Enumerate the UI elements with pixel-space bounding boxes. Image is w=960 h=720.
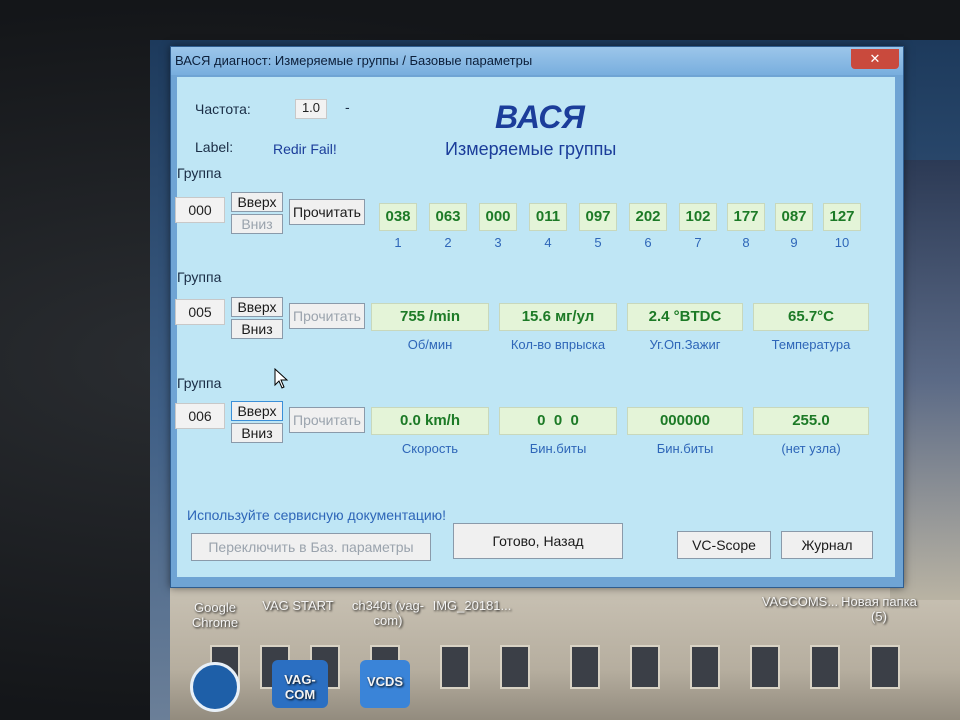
desktop-icon-vagcoms[interactable]: VAGCOMS... bbox=[760, 594, 840, 609]
mouse-cursor-icon bbox=[274, 368, 289, 389]
group2-value-4: 65.7°C bbox=[753, 303, 869, 331]
group3-caption-4: (нет узла) bbox=[781, 441, 841, 456]
group1-value-8: 177 bbox=[727, 203, 765, 231]
group2-caption-3: Уг.Оп.Зажиг bbox=[649, 337, 721, 352]
vcds-icon-label: VCDS bbox=[366, 674, 404, 689]
close-button[interactable]: ✕ bbox=[851, 49, 899, 69]
done-back-button[interactable]: Готово, Назад bbox=[453, 523, 623, 559]
window-title: ВАСЯ диагност: Измеряемые группы / Базов… bbox=[175, 53, 533, 68]
group2-caption-1: Об/мин bbox=[407, 337, 453, 352]
group1-value-6: 202 bbox=[629, 203, 667, 231]
group3-label: Группа bbox=[177, 375, 222, 391]
group3-down-button[interactable]: Вниз bbox=[231, 423, 283, 443]
group2-value-3: 2.4 °BTDC bbox=[627, 303, 743, 331]
desktop-icon-img[interactable]: IMG_20181... bbox=[432, 598, 512, 613]
desktop-icon-new-folder[interactable]: Новая папка (5) bbox=[840, 594, 918, 624]
group1-down-button[interactable]: Вниз bbox=[231, 214, 283, 234]
group1-index-6: 6 bbox=[644, 235, 652, 250]
group1-index-4: 4 bbox=[544, 235, 552, 250]
frequency-field[interactable]: 1.0 bbox=[295, 99, 327, 119]
group2-down-button[interactable]: Вниз bbox=[231, 319, 283, 339]
client-area: Частота: 1.0 - Label: Redir Fail! ВАСЯ И… bbox=[175, 77, 895, 577]
group1-index-1: 1 bbox=[394, 235, 402, 250]
label-caption: Label: bbox=[195, 139, 234, 155]
group1-value-10: 127 bbox=[823, 203, 861, 231]
group3-value-3: 000000 bbox=[627, 407, 743, 435]
documentation-hint: Используйте сервисную документацию! bbox=[187, 507, 447, 523]
group2-value-1: 755 /min bbox=[371, 303, 489, 331]
desktop-icon-ch340t[interactable]: ch340t (vag-com) bbox=[348, 598, 428, 628]
group2-caption-4: Температура bbox=[771, 337, 851, 352]
app-name: ВАСЯ bbox=[495, 99, 585, 135]
group3-caption-1: Скорость bbox=[401, 441, 459, 456]
desktop-icon-chrome[interactable]: Google Chrome bbox=[180, 600, 250, 630]
group1-label: Группа bbox=[177, 165, 222, 181]
group1-index-10: 10 bbox=[834, 235, 850, 250]
group1-value-5: 097 bbox=[579, 203, 617, 231]
group3-value-2: 0 0 0 bbox=[499, 407, 617, 435]
vasya-window: ВАСЯ диагност: Измеряемые группы / Базов… bbox=[170, 46, 904, 588]
label-value: Redir Fail! bbox=[273, 141, 337, 157]
group1-index-9: 9 bbox=[790, 235, 798, 250]
group2-value-2: 15.6 мг/ул bbox=[499, 303, 617, 331]
group3-caption-2: Бин.биты bbox=[529, 441, 587, 456]
group3-value-4: 255.0 bbox=[753, 407, 869, 435]
group1-value-2: 063 bbox=[429, 203, 467, 231]
group1-index-7: 7 bbox=[694, 235, 702, 250]
frequency-label: Частота: bbox=[195, 101, 251, 117]
group1-value-3: 000 bbox=[479, 203, 517, 231]
group3-number[interactable]: 006 bbox=[175, 403, 225, 429]
group1-value-9: 087 bbox=[775, 203, 813, 231]
group2-read-button[interactable]: Прочитать bbox=[289, 303, 365, 329]
group1-index-3: 3 bbox=[494, 235, 502, 250]
group3-caption-3: Бин.биты bbox=[656, 441, 714, 456]
steam-icon[interactable] bbox=[190, 662, 240, 712]
group1-value-4: 011 bbox=[529, 203, 567, 231]
frequency-dash: - bbox=[345, 99, 350, 115]
group1-index-5: 5 bbox=[594, 235, 602, 250]
group2-caption-2: Кол-во впрыска bbox=[510, 337, 606, 352]
group1-value-7: 102 bbox=[679, 203, 717, 231]
vc-scope-button[interactable]: VC-Scope bbox=[677, 531, 771, 559]
group2-number[interactable]: 005 bbox=[175, 299, 225, 325]
title-bar: ВАСЯ диагност: Измеряемые группы / Базов… bbox=[171, 47, 903, 75]
group2-label: Группа bbox=[177, 269, 222, 285]
group1-value-1: 038 bbox=[379, 203, 417, 231]
group1-read-button[interactable]: Прочитать bbox=[289, 199, 365, 225]
journal-button[interactable]: Журнал bbox=[781, 531, 873, 559]
group1-index-2: 2 bbox=[444, 235, 452, 250]
switch-basic-params-button[interactable]: Переключить в Баз. параметры bbox=[191, 533, 431, 561]
group1-index-8: 8 bbox=[742, 235, 750, 250]
group3-value-1: 0.0 km/h bbox=[371, 407, 489, 435]
group3-read-button[interactable]: Прочитать bbox=[289, 407, 365, 433]
page-subtitle: Измеряемые группы bbox=[445, 139, 617, 159]
group1-number[interactable]: 000 bbox=[175, 197, 225, 223]
group3-up-button[interactable]: Вверх bbox=[231, 401, 283, 421]
group2-up-button[interactable]: Вверх bbox=[231, 297, 283, 317]
desktop-icon-vag-start[interactable]: VAG START bbox=[258, 598, 338, 613]
group1-up-button[interactable]: Вверх bbox=[231, 192, 283, 212]
vag-com-icon-label: VAG-COM bbox=[284, 672, 316, 702]
